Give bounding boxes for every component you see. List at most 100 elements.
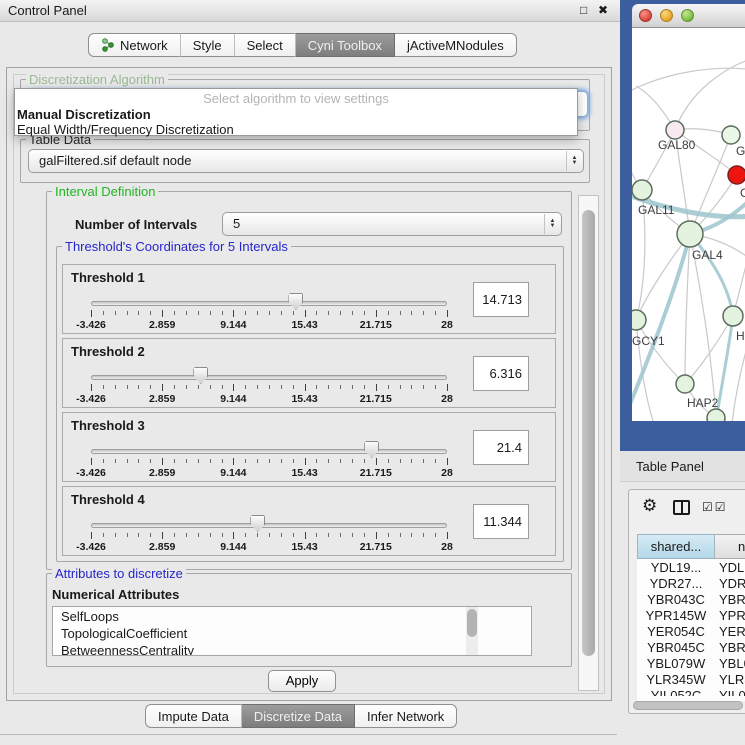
slider-tick	[222, 459, 223, 463]
apply-button[interactable]: Apply	[268, 670, 336, 692]
tab-network[interactable]: Network	[88, 33, 181, 57]
slider-tick	[198, 385, 199, 389]
slider-tick	[198, 311, 199, 315]
table-row[interactable]: YBL079WYBL0	[637, 656, 745, 672]
table-row[interactable]: YPR145WYPR1	[637, 608, 745, 624]
slider-tick	[388, 385, 389, 389]
threshold-value-field[interactable]: 21.4	[473, 430, 529, 465]
select-columns-icon[interactable]: ☑☑	[702, 500, 728, 514]
slider-tick	[127, 459, 128, 463]
network-node[interactable]	[632, 310, 646, 330]
threshold-value-field[interactable]: 6.316	[473, 356, 529, 391]
table-data-combobox[interactable]: galFiltered.sif default node ▲ ▼	[28, 149, 584, 173]
attributes-group-label: Attributes to discretize	[52, 566, 186, 581]
gear-icon[interactable]: ⚙	[642, 496, 657, 516]
column-layout-icon[interactable]	[673, 500, 690, 515]
close-traffic-light-icon[interactable]	[639, 9, 652, 22]
slider-scale-label: 28	[441, 319, 453, 331]
network-node-label: C	[740, 186, 745, 200]
network-node[interactable]	[707, 409, 725, 421]
table-row[interactable]: YIL052CYIL0	[637, 688, 745, 696]
slider-scale-label: 9.144	[220, 319, 246, 331]
bottom-tab-discretize-data[interactable]: Discretize Data	[242, 704, 355, 728]
network-node[interactable]	[677, 221, 703, 247]
close-icon[interactable]: ✖	[598, 3, 608, 17]
slider-tick	[281, 533, 282, 537]
slider-track[interactable]	[91, 523, 447, 528]
tab-select[interactable]: Select	[235, 33, 296, 57]
table-row[interactable]: YLR345WYLR3	[637, 672, 745, 688]
slider-tick	[186, 533, 187, 537]
network-icon	[101, 38, 115, 52]
slider-tick	[245, 385, 246, 389]
threshold-value-field[interactable]: 11.344	[473, 504, 529, 539]
network-node[interactable]	[632, 180, 652, 200]
number-of-intervals-combobox[interactable]: 5 ▲ ▼	[222, 212, 562, 236]
control-panel-titlebar: Control Panel □ ✖	[0, 0, 620, 22]
table-row[interactable]: YDL19...YDL1	[637, 560, 745, 576]
slider-thumb[interactable]	[193, 367, 208, 384]
slider-scale-label: 2.859	[149, 393, 175, 405]
attribute-list-item[interactable]: BetweennessCentrality	[61, 642, 531, 656]
dropdown-item[interactable]: Equal Width/Frequency Discretization	[15, 122, 577, 137]
slider-tick	[305, 532, 306, 539]
slider-tick	[210, 533, 211, 537]
slider-tick	[340, 459, 341, 463]
tab-jactivemnodules[interactable]: jActiveMNodules	[395, 33, 517, 57]
column-header-shared-name[interactable]: shared...	[637, 534, 715, 559]
column-header-name[interactable]: n	[715, 534, 745, 559]
table-data-value: galFiltered.sif default node	[39, 150, 191, 172]
slider-track[interactable]	[91, 375, 447, 380]
dropdown-item[interactable]: Manual Discretization	[15, 107, 577, 122]
slider-tick	[162, 310, 163, 317]
network-node[interactable]	[722, 126, 740, 144]
interval-definition-label: Interval Definition	[52, 184, 158, 199]
slider-tick	[269, 459, 270, 463]
slider-thumb[interactable]	[364, 441, 379, 458]
bottom-tab-impute-data[interactable]: Impute Data	[145, 704, 242, 728]
threshold-label: Threshold 3	[71, 418, 145, 433]
slider-scale-label: 28	[441, 541, 453, 553]
table-row[interactable]: YER054CYER0	[637, 624, 745, 640]
slider-tick	[257, 385, 258, 389]
table-row[interactable]: YBR043CYBR0	[637, 592, 745, 608]
network-node[interactable]	[728, 166, 745, 184]
slider-track[interactable]	[91, 449, 447, 454]
slider-tick	[245, 311, 246, 315]
slider-scale-label: 28	[441, 467, 453, 479]
threshold-panel: Threshold 3-3.4262.8599.14415.4321.71528…	[62, 412, 556, 482]
bottom-tab-infer-network[interactable]: Infer Network	[355, 704, 457, 728]
combo-spinner-icon[interactable]: ▲ ▼	[544, 214, 560, 234]
tab-cyni-toolbox[interactable]: Cyni Toolbox	[296, 33, 395, 57]
attribute-list-item[interactable]: SelfLoops	[61, 608, 531, 625]
main-scrollbar-track[interactable]	[578, 195, 599, 691]
attributes-scrollbar-thumb[interactable]	[467, 609, 477, 637]
threshold-value-field[interactable]: 14.713	[473, 282, 529, 317]
main-scrollbar-thumb[interactable]	[582, 210, 595, 656]
slider-tick	[435, 311, 436, 315]
combo-spinner-icon[interactable]: ▲ ▼	[566, 151, 582, 171]
minimize-traffic-light-icon[interactable]	[660, 9, 673, 22]
network-node[interactable]	[676, 375, 694, 393]
slider-track[interactable]	[91, 301, 447, 306]
slider-scale-label: 9.144	[220, 467, 246, 479]
network-node[interactable]	[723, 306, 743, 326]
slider-scale-label: 21.715	[360, 541, 392, 553]
float-window-icon[interactable]: □	[580, 3, 587, 17]
table-row[interactable]: YBR045CYBR0	[637, 640, 745, 656]
slider-tick	[150, 533, 151, 537]
table-row[interactable]: YDR27...YDR2	[637, 576, 745, 592]
network-node[interactable]	[666, 121, 684, 139]
attribute-list-item[interactable]: TopologicalCoefficient	[61, 625, 531, 642]
slider-thumb[interactable]	[288, 293, 303, 310]
slider-tick	[328, 533, 329, 537]
slider-tick	[352, 459, 353, 463]
cell-shared-name: YBL079W	[637, 656, 715, 672]
table-horizontal-scrollbar[interactable]	[633, 701, 743, 710]
cell-name: YLR3	[719, 672, 745, 688]
network-canvas[interactable]: GAL80GCGAL11GAL4GCY1HHAP2	[632, 28, 745, 421]
numerical-attributes-list[interactable]: SelfLoopsTopologicalCoefficientBetweenne…	[52, 606, 532, 656]
tab-style[interactable]: Style	[181, 33, 235, 57]
slider-thumb[interactable]	[250, 515, 265, 532]
zoom-traffic-light-icon[interactable]	[681, 9, 694, 22]
